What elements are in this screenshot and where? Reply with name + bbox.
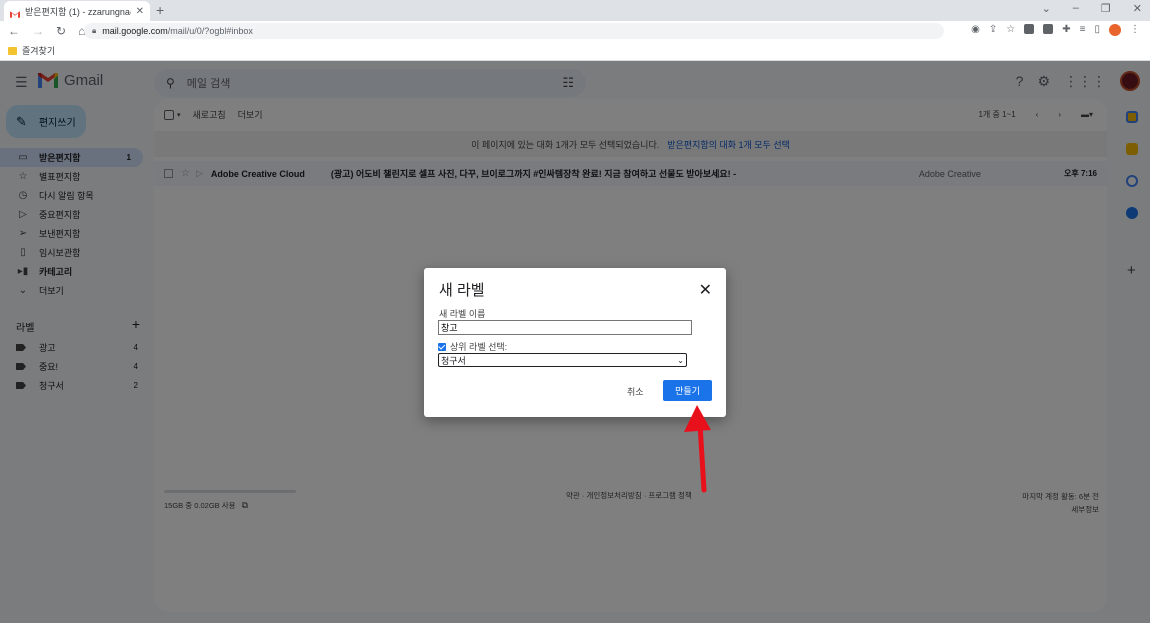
menu-dots-icon[interactable]: ⋮ [1130,24,1140,36]
restore-icon[interactable]: ❐ [1101,2,1111,15]
red-arrow-annotation [684,405,711,493]
new-tab-icon[interactable]: + [156,2,164,18]
browser-tab[interactable]: 받은편지함 (1) - zzarungna@gm ✕ [4,1,150,21]
gmail-favicon [10,7,20,18]
close-icon[interactable]: ✕ [699,280,712,300]
share-icon[interactable]: ⇪ [989,24,997,36]
back-icon[interactable]: ← [8,24,20,38]
reload-icon[interactable]: ↻ [56,24,66,38]
bookmark-folder[interactable]: 즐겨찾기 [22,44,55,57]
url-text: mail.google.com/mail/u/0/?ogbl#inbox [102,26,253,36]
side-panel-icon[interactable]: ▯ [1094,24,1100,36]
lock-icon: 🔒︎ [92,26,97,35]
label-name-input[interactable] [438,320,692,335]
new-label-dialog: 새 라벨 ✕ 새 라벨 이름 상위 라벨 선택: 청구서 ⌄ 취소 만들기 [424,268,726,417]
omnibox[interactable]: 🔒︎ mail.google.com/mail/u/0/?ogbl#inbox [84,23,944,39]
nest-checkbox[interactable] [438,342,446,351]
selected-parent-label: 청구서 [441,355,466,366]
browser-tab-strip: 받은편지함 (1) - zzarungna@gm ✕ + ⌄ – ❐ ✕ [0,0,1150,21]
label-name-caption: 새 라벨 이름 [439,309,486,319]
extensions-area: ◉ ⇪ ☆ ✚ ≡ ▯ ⋮ [971,24,1140,36]
nest-under-label: 상위 라벨 선택: [450,342,508,352]
folder-icon [8,46,17,55]
eye-icon[interactable]: ◉ [971,24,980,36]
nest-under-option[interactable]: 상위 라벨 선택: [438,340,507,353]
window-controls: ⌄ – ❐ ✕ [1042,2,1142,15]
tab-title: 받은편지함 (1) - zzarungna@gm [25,6,131,17]
puzzle-icon[interactable]: ✚ [1062,24,1070,36]
close-tab-icon[interactable]: ✕ [136,6,144,17]
tab-search-icon[interactable]: ⌄ [1042,2,1051,15]
create-button[interactable]: 만들기 [663,380,712,401]
address-bar-row: ← → ↻ ⌂ 🔒︎ mail.google.com/mail/u/0/?ogb… [0,21,1150,41]
parent-label-select[interactable]: 청구서 ⌄ [438,353,687,367]
cancel-button[interactable]: 취소 [627,385,644,398]
profile-avatar[interactable] [1109,24,1121,36]
bookmarks-bar: 즐겨찾기 [0,41,1150,61]
close-window-icon[interactable]: ✕ [1133,2,1142,15]
reading-list-icon[interactable]: ≡ [1080,24,1086,36]
extension-1-icon[interactable] [1024,24,1035,34]
chevron-down-icon: ⌄ [677,355,684,365]
extension-s-icon[interactable] [1043,24,1054,34]
bookmark-star-icon[interactable]: ☆ [1006,24,1015,36]
nav-buttons: ← → ↻ ⌂ [0,24,85,38]
dialog-title: 새 라벨 [439,282,485,299]
minimize-icon[interactable]: – [1073,2,1079,15]
forward-icon[interactable]: → [32,24,44,38]
